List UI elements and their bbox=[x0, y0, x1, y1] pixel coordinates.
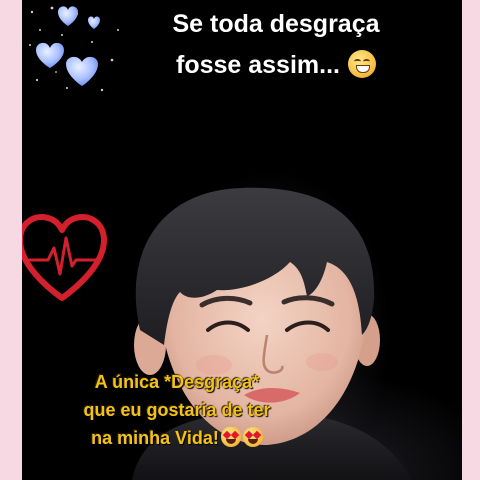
heart-eyes-cat-emoji-icon bbox=[220, 427, 241, 447]
bottom-caption-line-3: na minha Vida! bbox=[42, 424, 312, 452]
sparkling-hearts-decoration bbox=[29, 6, 119, 92]
top-caption-line-2-text: fosse assim... bbox=[176, 51, 340, 79]
bottom-caption-line-2: que eu gostaria de ter bbox=[83, 400, 271, 420]
heart-eyes-emoji-icon bbox=[242, 427, 263, 447]
top-caption-line-1: Se toda desgraça bbox=[172, 10, 380, 38]
bottom-caption: A única *Desgraça* que eu gostaria de te… bbox=[42, 368, 312, 452]
top-caption-line-2: fosse assim... bbox=[126, 45, 426, 86]
grinning-face-emoji-icon bbox=[347, 50, 376, 78]
bottom-caption-line-1: A única *Desgraça* bbox=[94, 372, 260, 392]
video-frame: Se toda desgraça fosse assim... A única … bbox=[22, 0, 462, 480]
top-caption: Se toda desgraça fosse assim... bbox=[126, 4, 426, 86]
red-heart-heartbeat-icon bbox=[22, 214, 107, 301]
bottom-caption-line-3-text: na minha Vida! bbox=[91, 428, 219, 448]
